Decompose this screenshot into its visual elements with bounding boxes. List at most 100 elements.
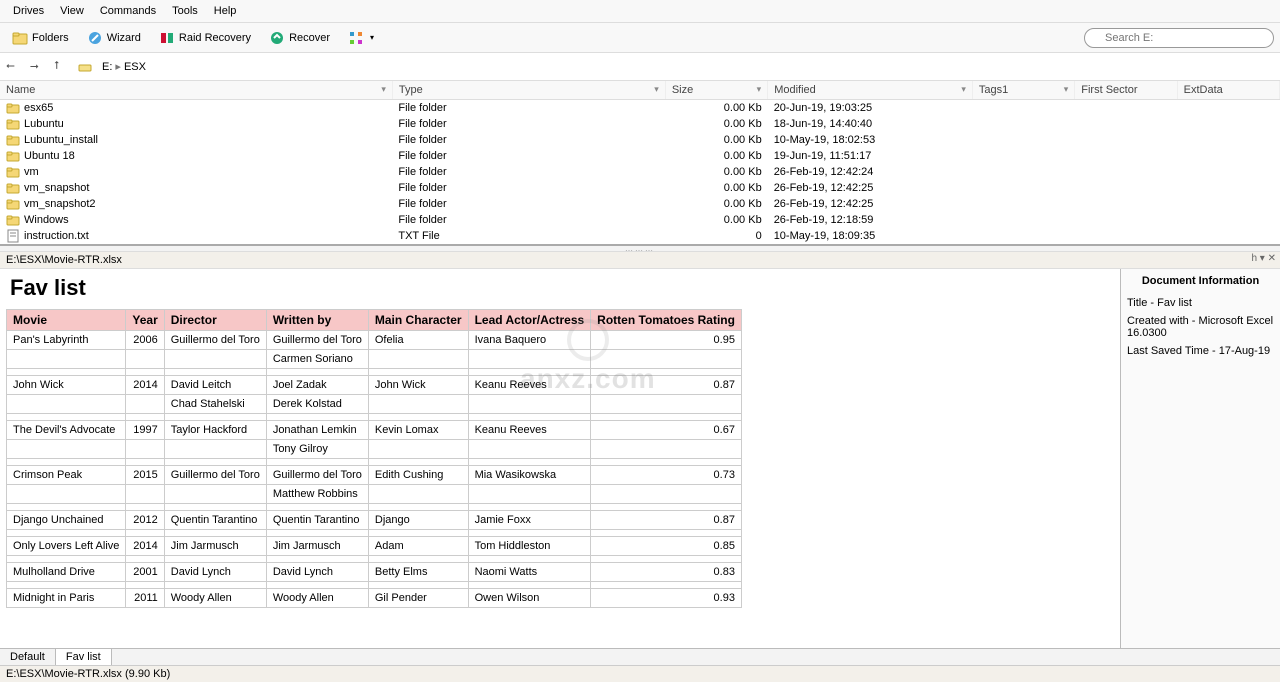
table-row: Carmen Soriano [7, 350, 742, 369]
status-bar: E:\ESX\Movie-RTR.xlsx (9.90 Kb) [0, 665, 1280, 682]
folder-icon [6, 117, 20, 131]
folders-button-icon [12, 30, 28, 46]
table-row [7, 504, 742, 511]
table-row [7, 369, 742, 376]
menu-drives[interactable]: Drives [6, 3, 51, 19]
folder-icon [6, 133, 20, 147]
wizard-button-icon [87, 30, 103, 46]
txt-icon [6, 229, 20, 243]
folder-icon [6, 181, 20, 195]
sheet-title: Fav list [0, 269, 1120, 309]
table-row: Matthew Robbins [7, 485, 742, 504]
path-drive: E: [102, 61, 112, 73]
spreadsheet-table: MovieYearDirectorWritten byMain Characte… [6, 309, 742, 608]
nav-back-icon[interactable]: ⭠ [6, 60, 20, 74]
column-extdata[interactable]: ExtData [1177, 81, 1279, 100]
folder-icon [6, 197, 20, 211]
menu-tools[interactable]: Tools [165, 3, 205, 19]
column-name[interactable]: Name▾ [0, 81, 392, 100]
column-type[interactable]: Type▾ [392, 81, 665, 100]
file-row[interactable]: WindowsFile folder0.00 Kb26-Feb-19, 12:1… [0, 212, 1280, 228]
table-row [7, 530, 742, 537]
breadcrumb[interactable]: E: ▸ ESX [102, 60, 146, 73]
table-row: Mulholland Drive2001David LynchDavid Lyn… [7, 563, 742, 582]
options-button[interactable]: ▾ [342, 27, 380, 49]
raid-recovery-button-icon [159, 30, 175, 46]
sheet-col-written-by: Written by [266, 310, 368, 331]
menu-commands[interactable]: Commands [93, 3, 163, 19]
table-row: Midnight in Paris2011Woody AllenWoody Al… [7, 589, 742, 608]
sheet-col-main-character: Main Character [368, 310, 468, 331]
menu-view[interactable]: View [53, 3, 91, 19]
search-input[interactable] [1084, 28, 1274, 48]
file-table[interactable]: Name▾Type▾Size▾Modified▾Tags1▾First Sect… [0, 81, 1280, 246]
preview-row: Fav list anxz.com MovieYearDirectorWritt… [0, 269, 1280, 648]
table-row: Tony Gilroy [7, 440, 742, 459]
table-row [7, 414, 742, 421]
file-row[interactable]: Lubuntu_installFile folder0.00 Kb10-May-… [0, 132, 1280, 148]
table-row: Chad StahelskiDerek Kolstad [7, 395, 742, 414]
column-first-sector[interactable]: First Sector [1075, 81, 1177, 100]
panel-down-icon[interactable]: ▾ [1260, 253, 1265, 264]
tab-fav-list[interactable]: Fav list [56, 649, 112, 665]
folder-icon [6, 149, 20, 163]
sheet-col-director: Director [164, 310, 266, 331]
panel-pin-icon[interactable]: h [1251, 253, 1257, 264]
folder-icon [6, 165, 20, 179]
table-row: Only Lovers Left Alive2014Jim JarmuschJi… [7, 537, 742, 556]
preview-path-text: E:\ESX\Movie-RTR.xlsx [6, 254, 122, 266]
wizard-button[interactable]: Wizard [81, 27, 147, 49]
table-row [7, 556, 742, 563]
doc-info-created: Created with - Microsoft Excel 16.0300 [1127, 315, 1274, 339]
sheet-col-year: Year [126, 310, 164, 331]
sheet-col-movie: Movie [7, 310, 126, 331]
doc-info-saved: Last Saved Time - 17-Aug-19 [1127, 345, 1274, 357]
folders-button[interactable]: Folders [6, 27, 75, 49]
doc-info-heading: Document Information [1127, 275, 1274, 287]
file-row[interactable]: vmFile folder0.00 Kb26-Feb-19, 12:42:24 [0, 164, 1280, 180]
sheet-tabs: DefaultFav list [0, 648, 1280, 665]
table-row: Crimson Peak2015Guillermo del ToroGuille… [7, 466, 742, 485]
toolbar: Folders Wizard Raid Recovery Recover ▾ [0, 23, 1280, 53]
file-row[interactable]: esx65File folder0.00 Kb20-Jun-19, 19:03:… [0, 100, 1280, 117]
column-modified[interactable]: Modified▾ [768, 81, 973, 100]
panel-close-icon[interactable]: ✕ [1268, 253, 1276, 264]
column-tags1[interactable]: Tags1▾ [972, 81, 1074, 100]
recover-button-icon [269, 30, 285, 46]
file-row[interactable]: Ubuntu 18File folder0.00 Kb19-Jun-19, 11… [0, 148, 1280, 164]
xlsx-icon: X [6, 245, 20, 246]
search-wrap [1084, 28, 1274, 48]
chevron-right-icon: ▸ [115, 60, 121, 73]
file-row[interactable]: LubuntuFile folder0.00 Kb18-Jun-19, 14:4… [0, 116, 1280, 132]
table-row: The Devil's Advocate1997Taylor HackfordJ… [7, 421, 742, 440]
folder-icon [6, 213, 20, 227]
menu-bar: DrivesViewCommandsToolsHelp [0, 0, 1280, 23]
recover-button[interactable]: Recover [263, 27, 336, 49]
nav-forward-icon[interactable]: ⭢ [30, 60, 44, 74]
sheet-col-rotten-tomatoes-rating: Rotten Tomatoes Rating [591, 310, 742, 331]
raid-recovery-button[interactable]: Raid Recovery [153, 27, 257, 49]
file-row[interactable]: instruction.txtTXT File010-May-19, 18:09… [0, 228, 1280, 244]
drive-icon [78, 60, 92, 74]
folder-icon [6, 101, 20, 115]
sheet-col-lead-actor-actress: Lead Actor/Actress [468, 310, 591, 331]
file-list-pane: Name▾Type▾Size▾Modified▾Tags1▾First Sect… [0, 81, 1280, 246]
menu-help[interactable]: Help [207, 3, 244, 19]
options-button-icon [348, 30, 364, 46]
sheet-preview: Fav list anxz.com MovieYearDirectorWritt… [0, 269, 1120, 648]
table-row [7, 582, 742, 589]
path-folder: ESX [124, 61, 146, 73]
status-text: E:\ESX\Movie-RTR.xlsx (9.90 Kb) [6, 668, 170, 680]
table-row: Pan's Labyrinth2006Guillermo del ToroGui… [7, 331, 742, 350]
table-row: John Wick2014David LeitchJoel ZadakJohn … [7, 376, 742, 395]
file-row[interactable]: XMovie-RTR.xlsxMicrosoft Excel ...10 136… [0, 244, 1280, 246]
preview-path-bar: E:\ESX\Movie-RTR.xlsx h ▾ ✕ [0, 252, 1280, 269]
table-row [7, 459, 742, 466]
nav-up-icon[interactable]: ⭡ [54, 60, 68, 74]
nav-bar: ⭠ ⭢ ⭡ E: ▸ ESX [0, 53, 1280, 81]
doc-info-title: Title - Fav list [1127, 297, 1274, 309]
tab-default[interactable]: Default [0, 649, 56, 665]
file-row[interactable]: vm_snapshot2File folder0.00 Kb26-Feb-19,… [0, 196, 1280, 212]
file-row[interactable]: vm_snapshotFile folder0.00 Kb26-Feb-19, … [0, 180, 1280, 196]
column-size[interactable]: Size▾ [665, 81, 767, 100]
